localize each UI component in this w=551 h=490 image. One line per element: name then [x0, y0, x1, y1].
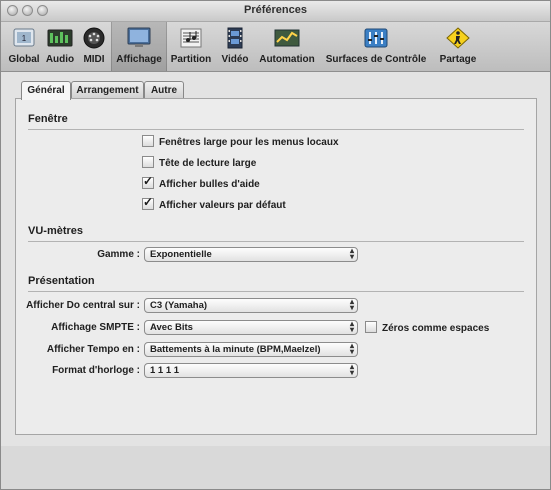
middle-c-label: Afficher Do central sur : — [26, 300, 140, 311]
toolbar-affichage[interactable]: Affichage — [111, 22, 167, 71]
audio-icon — [47, 29, 73, 47]
popup-arrows-icon: ▴ ▾ — [349, 362, 354, 377]
clock-format-popup[interactable]: 1 1 1 1 ▴ ▾ — [144, 363, 358, 378]
popup-arrows-icon: ▴ ▾ — [349, 341, 354, 356]
global-icon: 1 — [13, 28, 35, 47]
section-fenetre-heading: Fenêtre — [28, 113, 68, 125]
checkbox-box[interactable]: ✓ — [142, 195, 154, 210]
smpte-popup[interactable]: Avec Bits ▴ ▾ — [144, 320, 358, 335]
divider — [28, 291, 524, 292]
divider — [28, 241, 524, 242]
toolbar-audio[interactable]: Audio — [43, 22, 77, 71]
tempo-popup[interactable]: Battements à la minute (BPM,Maelzel) ▴ ▾ — [144, 342, 358, 357]
popup-arrows-icon: ▴ ▾ — [349, 319, 354, 334]
preferences-toolbar: 1 Global Audio MIDI Affichage Partition … — [1, 22, 550, 72]
control-surface-icon — [364, 28, 388, 48]
toolbar-video[interactable]: Vidéo — [215, 22, 255, 71]
section-presentation-heading: Présentation — [28, 275, 95, 287]
checkbox-box[interactable] — [142, 156, 154, 168]
display-icon — [127, 27, 151, 47]
toolbar-control-surfaces[interactable]: Surfaces de Contrôle — [319, 22, 433, 71]
toolbar-global[interactable]: 1 Global — [6, 22, 42, 71]
checkbox-box[interactable]: ✓ — [142, 174, 154, 189]
gamme-popup[interactable]: Exponentielle ▴ ▾ — [144, 247, 358, 262]
film-icon — [227, 27, 243, 49]
checkbox-wide-playhead[interactable]: Tête de lecture large — [142, 156, 256, 170]
window-footer — [1, 446, 550, 489]
checkbox-box[interactable] — [365, 321, 377, 333]
tab-autre[interactable]: Autre — [144, 81, 184, 99]
gamme-label: Gamme : — [97, 249, 140, 260]
automation-icon — [274, 29, 300, 47]
toolbar-automation[interactable]: Automation — [256, 22, 318, 71]
title-bar: Préférences — [1, 1, 550, 22]
checkbox-zeros-as-spaces[interactable]: Zéros comme espaces — [365, 321, 489, 335]
checkbox-box[interactable] — [142, 135, 154, 147]
clock-format-label: Format d'horloge : — [52, 365, 140, 376]
toolbar-partage[interactable]: Partage — [434, 22, 482, 71]
tab-general[interactable]: Général — [21, 81, 71, 100]
tempo-label: Afficher Tempo en : — [46, 344, 140, 355]
smpte-label: Affichage SMPTE : — [51, 322, 140, 333]
popup-arrows-icon: ▴ ▾ — [349, 246, 354, 261]
checkbox-wide-menus[interactable]: Fenêtres large pour les menus locaux — [142, 135, 339, 149]
checkbox-show-help-tags[interactable]: ✓ Afficher bulles d'aide — [142, 174, 260, 191]
preferences-window: Préférences 1 Global Audio MIDI Affichag… — [0, 0, 551, 490]
midi-icon — [83, 27, 105, 49]
sharing-icon — [446, 27, 470, 49]
middle-c-popup[interactable]: C3 (Yamaha) ▴ ▾ — [144, 298, 358, 313]
section-vumetres-heading: VU-mètres — [28, 225, 84, 237]
checkbox-show-default-values[interactable]: ✓ Afficher valeurs par défaut — [142, 195, 286, 212]
toolbar-midi[interactable]: MIDI — [78, 22, 110, 71]
general-panel: Fenêtre Fenêtres large pour les menus lo… — [15, 98, 537, 435]
checkmark-icon: ✓ — [143, 195, 154, 209]
window-title: Préférences — [244, 4, 307, 16]
svg-text:1: 1 — [22, 34, 27, 43]
divider — [28, 129, 524, 130]
toolbar-partition[interactable]: Partition — [168, 22, 214, 71]
checkmark-icon: ✓ — [143, 174, 154, 188]
popup-arrows-icon: ▴ ▾ — [349, 297, 354, 312]
score-icon — [180, 28, 202, 48]
tab-arrangement[interactable]: Arrangement — [71, 81, 144, 99]
